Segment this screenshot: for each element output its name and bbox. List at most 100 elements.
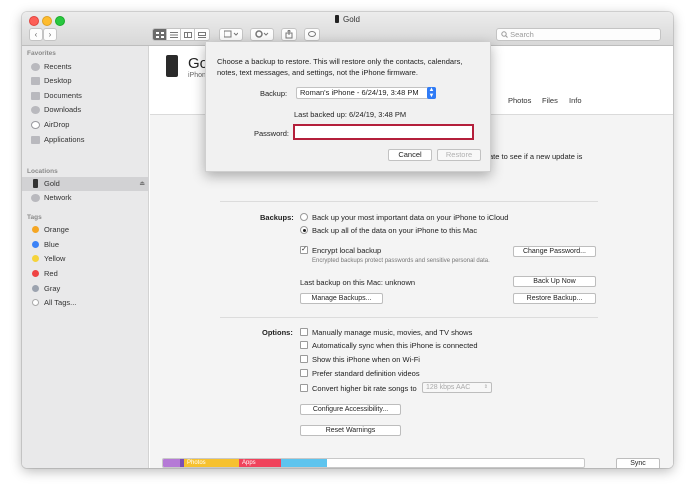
share-icon	[285, 29, 293, 39]
tag-button[interactable]	[304, 28, 320, 41]
orange-tag-icon	[32, 226, 39, 233]
sidebar-item-label: AirDrop	[44, 120, 70, 129]
clock-icon	[31, 63, 40, 71]
all-tags-icon	[32, 299, 39, 306]
show-on-wifi-checkbox[interactable]	[300, 355, 308, 363]
chevron-updown-icon: ⇕	[483, 384, 488, 390]
chevron-updown-icon: ▲ ▼	[427, 87, 436, 99]
icon-view-button[interactable]	[153, 29, 167, 40]
storage-segment-apps: Apps	[239, 459, 281, 467]
standard-definition-checkbox[interactable]	[300, 369, 308, 377]
download-icon	[31, 106, 40, 114]
sidebar-item-label: Yellow	[44, 254, 66, 263]
auto-sync-checkbox[interactable]	[300, 341, 308, 349]
backup-select[interactable]: Roman's iPhone - 6/24/19, 3:48 PM ▲ ▼	[296, 87, 436, 99]
manage-backups-button[interactable]: Manage Backups...	[300, 293, 383, 304]
sidebar-item-all-tags[interactable]: All Tags...	[22, 296, 149, 310]
search-field[interactable]: Search	[496, 28, 661, 41]
sidebar-item-label: Blue	[44, 240, 60, 249]
backups-label: Backups:	[260, 213, 294, 222]
gallery-icon	[198, 31, 206, 38]
storage-segment-photos: Photos	[184, 459, 239, 467]
icloud-backup-label: Back up your most important data on your…	[312, 213, 509, 222]
tab-info[interactable]: Info	[569, 96, 582, 105]
sidebar-item-network[interactable]: Network	[22, 191, 149, 205]
iphone-device-icon	[166, 55, 178, 77]
password-label: Password:	[254, 129, 290, 138]
change-password-button[interactable]: Change Password...	[513, 246, 596, 257]
bitrate-select[interactable]: 128 kbps AAC ⇕	[422, 382, 492, 393]
sidebar-item-label: Network	[44, 193, 72, 202]
window-title-text: Gold	[343, 15, 360, 24]
encrypt-backup-label: Encrypt local backup	[312, 246, 382, 255]
eject-icon[interactable]: ⏏	[139, 177, 145, 191]
gallery-view-button[interactable]	[195, 29, 209, 40]
tag-icon	[308, 31, 316, 37]
sidebar-item-label: Orange	[44, 225, 70, 234]
show-on-wifi-label: Show this iPhone when on Wi-Fi	[312, 355, 420, 364]
sidebar-item-desktop[interactable]: Desktop	[22, 74, 149, 88]
action-button[interactable]	[250, 28, 274, 41]
view-mode-control	[152, 28, 210, 41]
storage-bar: Photos Apps	[162, 458, 585, 468]
favorites-header: Favorites	[27, 50, 56, 57]
sidebar-item-label: Gold	[44, 179, 60, 188]
sidebar-item-downloads[interactable]: Downloads	[22, 103, 149, 117]
sidebar-item-documents[interactable]: Documents	[22, 89, 149, 103]
columns-icon	[183, 31, 192, 38]
standard-definition-label: Prefer standard definition videos	[312, 369, 420, 378]
back-up-now-button[interactable]: Back Up Now	[513, 276, 596, 287]
manually-manage-checkbox[interactable]	[300, 328, 308, 336]
mac-backup-label: Back up all of the data on your iPhone t…	[312, 226, 478, 235]
dialog-message: Choose a backup to restore. This will re…	[217, 57, 463, 77]
sidebar-item-tag-red[interactable]: Red	[22, 267, 149, 281]
sidebar-item-tag-blue[interactable]: Blue	[22, 238, 149, 252]
sidebar-item-tag-gray[interactable]: Gray	[22, 282, 149, 296]
last-backed-up-text: Last backed up: 6/24/19, 3:48 PM	[294, 110, 407, 119]
encrypt-backup-checkbox[interactable]: ✓	[300, 246, 308, 254]
tags-header: Tags	[27, 214, 42, 221]
column-view-button[interactable]	[181, 29, 195, 40]
sidebar-item-tag-orange[interactable]: Orange	[22, 223, 149, 237]
icloud-backup-radio[interactable]	[300, 213, 308, 221]
locations-header: Locations	[27, 168, 58, 175]
sync-button[interactable]: Sync	[616, 458, 660, 468]
list-view-button[interactable]	[167, 29, 181, 40]
tab-photos[interactable]: Photos	[508, 96, 531, 105]
cancel-button[interactable]: Cancel	[388, 149, 432, 161]
tab-files[interactable]: Files	[542, 96, 558, 105]
group-icon	[223, 30, 239, 38]
sidebar-item-recents[interactable]: Recents	[22, 60, 149, 74]
group-button[interactable]	[219, 28, 243, 41]
configure-accessibility-button[interactable]: Configure Accessibility...	[300, 404, 401, 415]
sidebar: Favorites Recents Desktop Documents Down…	[22, 46, 149, 468]
airdrop-icon	[31, 121, 40, 129]
restore-button[interactable]: Restore	[437, 149, 481, 161]
mac-backup-radio[interactable]	[300, 226, 308, 234]
restore-backup-button[interactable]: Restore Backup...	[513, 293, 596, 304]
convert-bitrate-checkbox[interactable]	[300, 384, 308, 392]
reset-warnings-button[interactable]: Reset Warnings	[300, 425, 401, 436]
sidebar-item-label: Documents	[44, 91, 82, 100]
share-button[interactable]	[281, 28, 297, 41]
manually-manage-label: Manually manage music, movies, and TV sh…	[312, 328, 473, 337]
convert-bitrate-label: Convert higher bit rate songs to	[312, 384, 417, 393]
sidebar-item-gold[interactable]: Gold ⏏	[22, 177, 149, 191]
sidebar-item-tag-yellow[interactable]: Yellow	[22, 252, 149, 266]
back-button[interactable]: ‹	[29, 28, 43, 41]
icon-grid-icon	[155, 31, 164, 38]
options-label: Options:	[262, 328, 293, 337]
storage-segment-other	[163, 459, 180, 467]
applications-icon	[31, 136, 40, 144]
sidebar-item-label: Applications	[44, 135, 85, 144]
password-field-highlight	[293, 124, 474, 140]
sidebar-item-airdrop[interactable]: AirDrop	[22, 118, 149, 132]
gear-icon	[255, 30, 269, 38]
search-placeholder: Search	[510, 30, 534, 39]
auto-sync-label: Automatically sync when this iPhone is c…	[312, 341, 478, 350]
sidebar-item-applications[interactable]: Applications	[22, 133, 149, 147]
forward-button[interactable]: ›	[43, 28, 57, 41]
password-input[interactable]	[295, 126, 472, 138]
list-icon	[169, 31, 178, 38]
red-tag-icon	[32, 270, 39, 277]
